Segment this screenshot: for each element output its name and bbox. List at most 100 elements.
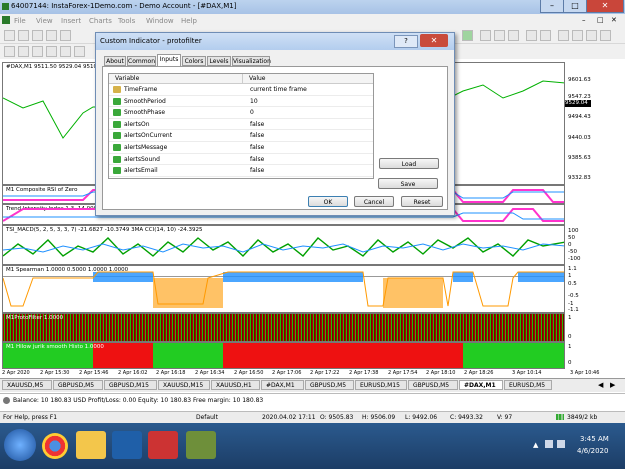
hilow-jurik-panel[interactable]: M1 Hilow jurik smooth Histo 1.0000 <box>2 342 565 369</box>
menu-view[interactable]: View <box>36 17 53 25</box>
candle-chart-icon[interactable] <box>494 30 505 41</box>
crosshair-icon[interactable] <box>18 46 29 57</box>
chrome-icon[interactable] <box>42 433 68 459</box>
param-value[interactable]: current time frame <box>250 84 307 96</box>
chart-tab-active[interactable]: #DAX,M1 <box>459 380 503 390</box>
line-chart-icon[interactable] <box>508 30 519 41</box>
tile-windows-icon[interactable] <box>558 30 569 41</box>
tab-inputs[interactable]: Inputs <box>157 54 181 66</box>
spearman-panel[interactable]: M1 Spearman 1.0000 0.5000 1.0000 1.0000 <box>2 265 565 313</box>
panel-label: M1 Hilow jurik smooth Histo 1.0000 <box>6 344 104 350</box>
input-row[interactable]: alertsMessage false <box>109 142 373 154</box>
chart-tab[interactable]: XAUUSD,M5 <box>2 380 52 390</box>
tab-about[interactable]: About <box>104 56 126 66</box>
chart-tab[interactable]: XAUUSD,H1 <box>211 380 260 390</box>
chart-tab[interactable]: XAUUSD,M15 <box>158 380 210 390</box>
tab-common[interactable]: Common <box>127 56 156 66</box>
chart-menu-icon[interactable] <box>2 16 10 24</box>
chart-tab[interactable]: EURUSD,M5 <box>504 380 552 390</box>
mdi-close-icon[interactable]: ✕ <box>611 16 617 24</box>
chart-tab[interactable]: GBPUSD,M15 <box>104 380 157 390</box>
time-tick: 2 Apr 17:06 <box>272 370 302 376</box>
protofilter-panel[interactable]: M1ProtoFilter 1.0000 <box>2 313 565 342</box>
input-row[interactable]: SmoothPhase 0 <box>109 107 373 119</box>
navigator-icon[interactable] <box>46 30 57 41</box>
dialog-title-bar[interactable]: Custom Indicator - protofilter ? ✕ <box>96 33 454 50</box>
cancel-button[interactable]: Cancel <box>354 196 394 207</box>
reset-button[interactable]: Reset <box>401 196 443 207</box>
param-value[interactable]: 0 <box>250 107 254 119</box>
channel-icon[interactable] <box>74 46 85 57</box>
param-value[interactable]: false <box>250 119 264 131</box>
tab-levels[interactable]: Levels <box>207 56 231 66</box>
close-window-button[interactable]: ✕ <box>586 0 624 13</box>
trendline-icon[interactable] <box>60 46 71 57</box>
maximize-button[interactable]: □ <box>563 0 587 13</box>
load-button[interactable]: Load <box>379 158 439 169</box>
tsi-macd-panel[interactable]: TSI_MACD(5, 2, 5, 3, 3, 7) -21.6827 -10.… <box>2 225 565 265</box>
zoom-in-icon[interactable] <box>526 30 537 41</box>
volume-icon[interactable] <box>557 440 565 448</box>
menu-charts[interactable]: Charts <box>89 17 112 25</box>
input-row[interactable]: TimeFrame current time frame <box>109 84 373 96</box>
horizontal-line-icon[interactable] <box>46 46 57 57</box>
start-orb-icon[interactable] <box>4 429 36 461</box>
vertical-line-icon[interactable] <box>32 46 43 57</box>
chart-tab[interactable]: #DAX,M1 <box>261 380 304 390</box>
param-name: alertsSound <box>124 155 160 163</box>
app-icon-2[interactable] <box>186 431 216 459</box>
menu-window[interactable]: Window <box>146 17 174 25</box>
bar-chart-icon[interactable] <box>480 30 491 41</box>
app-icon <box>2 3 9 10</box>
auto-trading-icon[interactable] <box>462 30 473 41</box>
dialog-close-button[interactable]: ✕ <box>420 34 448 47</box>
tab-visualization[interactable]: Visualization <box>232 56 271 66</box>
param-value[interactable]: false <box>250 130 264 142</box>
param-value[interactable]: false <box>250 154 264 166</box>
indicators-icon[interactable] <box>600 30 611 41</box>
menu-insert[interactable]: Insert <box>61 17 81 25</box>
cursor-icon[interactable] <box>4 46 15 57</box>
new-chart-icon[interactable] <box>4 30 15 41</box>
profiles-icon[interactable] <box>18 30 29 41</box>
param-value[interactable]: false <box>250 165 264 177</box>
menu-file[interactable]: File <box>14 17 26 25</box>
status-high: H: 9506.09 <box>362 414 396 421</box>
tab-scroll-right-icon[interactable]: ▶ <box>610 381 615 389</box>
input-row[interactable]: alertsOnCurrent false <box>109 130 373 142</box>
tab-colors[interactable]: Colors <box>182 56 206 66</box>
param-value[interactable]: 10 <box>250 96 258 108</box>
clock-date[interactable]: 4/6/2020 <box>577 447 608 455</box>
mdi-minimize-icon[interactable]: – <box>582 16 586 24</box>
tray-arrow-icon[interactable]: ▲ <box>533 441 538 449</box>
terminal-icon[interactable] <box>60 30 71 41</box>
chart-shift-icon[interactable] <box>572 30 583 41</box>
zoom-out-icon[interactable] <box>540 30 551 41</box>
menu-tools[interactable]: Tools <box>118 17 135 25</box>
tab-scroll-left-icon[interactable]: ◀ <box>598 381 603 389</box>
chart-tab[interactable]: GBPUSD,M5 <box>53 380 103 390</box>
chart-tab[interactable]: EURUSD,M15 <box>355 380 407 390</box>
autoscroll-icon[interactable] <box>586 30 597 41</box>
input-row[interactable]: alertsEmail false <box>109 165 373 177</box>
mdi-restore-icon[interactable]: □ <box>597 16 604 24</box>
minimize-button[interactable]: – <box>540 0 564 13</box>
save-button[interactable]: Save <box>378 178 438 189</box>
input-row[interactable]: alertsSound false <box>109 154 373 166</box>
param-value[interactable]: false <box>250 142 264 154</box>
input-row[interactable]: alertsOn false <box>109 119 373 131</box>
market-watch-icon[interactable] <box>32 30 43 41</box>
window-title-bar: 64007144: InstaForex-1Demo.com - Demo Ac… <box>0 0 625 14</box>
media-player-icon[interactable] <box>112 431 142 459</box>
input-row[interactable]: SmoothPeriod 10 <box>109 96 373 108</box>
mt4-terminal-icon[interactable] <box>148 431 178 459</box>
dialog-help-button[interactable]: ? <box>394 35 418 48</box>
time-tick: 2 Apr 17:38 <box>349 370 379 376</box>
menu-help[interactable]: Help <box>181 17 197 25</box>
ok-button[interactable]: OK <box>308 196 348 207</box>
network-icon[interactable] <box>545 440 553 448</box>
explorer-icon[interactable] <box>76 431 106 459</box>
chart-tab[interactable]: GBPUSD,M5 <box>305 380 354 390</box>
clock-time[interactable]: 3:45 AM <box>580 435 609 443</box>
chart-tab[interactable]: GBPUSD,M5 <box>408 380 458 390</box>
